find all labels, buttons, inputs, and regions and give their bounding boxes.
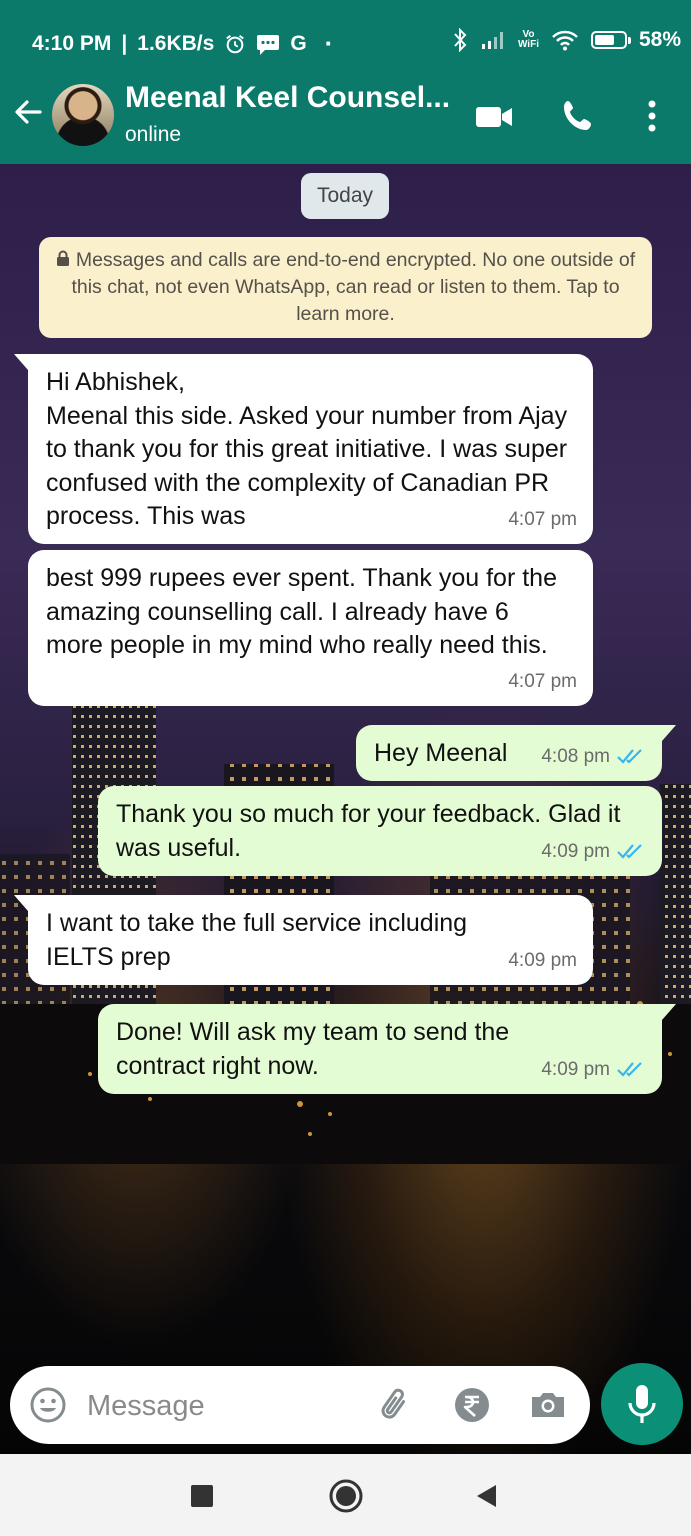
alarm-icon bbox=[226, 34, 245, 53]
read-receipt-ticks-icon bbox=[617, 749, 642, 764]
message-text: Hi Abhishek, Meenal this side. Asked you… bbox=[46, 368, 568, 530]
back-triangle-icon[interactable] bbox=[466, 1476, 506, 1516]
emoji-icon[interactable] bbox=[28, 1385, 68, 1425]
lock-icon bbox=[56, 250, 69, 266]
read-receipt-ticks-icon bbox=[617, 1062, 642, 1077]
encryption-text: Messages and calls are end-to-end encryp… bbox=[71, 249, 636, 325]
message-time: 4:09 pm bbox=[508, 944, 577, 978]
network-speed: 1.6KB/s bbox=[137, 31, 215, 55]
rupee-payment-icon[interactable] bbox=[452, 1385, 492, 1425]
message-bubble-incoming[interactable]: Hi Abhishek, Meenal this side. Asked you… bbox=[14, 354, 593, 544]
date-divider: Today bbox=[301, 173, 389, 219]
bluetooth-icon bbox=[454, 28, 467, 52]
chat-header-bar: 4:10 PM | 1.6KB/s G · Vo WiFi 58% Meenal… bbox=[0, 0, 691, 164]
chat-area[interactable]: Today Messages and calls are end-to-end … bbox=[0, 164, 691, 1454]
home-circle-icon[interactable] bbox=[326, 1476, 366, 1516]
message-text: Done! Will ask my team to send the contr… bbox=[116, 1018, 510, 1080]
message-bubble-outgoing[interactable]: Thank you so much for your feedback. Gla… bbox=[98, 786, 662, 876]
message-bubble-outgoing[interactable]: Done! Will ask my team to send the contr… bbox=[98, 1004, 676, 1094]
more-notifications-dot: · bbox=[324, 28, 334, 58]
signal-icon bbox=[481, 32, 503, 49]
system-navigation-bar bbox=[0, 1454, 691, 1536]
message-time-text: 4:08 pm bbox=[541, 745, 610, 767]
message-time-text: 4:09 pm bbox=[508, 949, 577, 971]
message-bubble-incoming[interactable]: I want to take the full service includin… bbox=[14, 895, 593, 985]
message-time-text: 4:07 pm bbox=[508, 670, 577, 692]
back-arrow-icon[interactable] bbox=[10, 94, 46, 130]
sms-notification-icon bbox=[257, 34, 280, 55]
message-time: 4:07 pm bbox=[508, 503, 577, 537]
message-time: 4:07 pm bbox=[508, 665, 577, 699]
message-bubble-outgoing[interactable]: Hey Meenal 4:08 pm bbox=[356, 725, 676, 781]
attach-icon[interactable] bbox=[376, 1385, 416, 1425]
more-vert-icon[interactable] bbox=[632, 96, 672, 136]
contact-status: online bbox=[125, 123, 182, 146]
recents-square-icon[interactable] bbox=[182, 1476, 222, 1516]
read-receipt-ticks-icon bbox=[617, 844, 642, 859]
voice-record-button[interactable] bbox=[601, 1363, 683, 1445]
vowifi-indicator: Vo WiFi bbox=[518, 30, 539, 50]
message-bubble-incoming[interactable]: best 999 rupees ever spent. Thank you fo… bbox=[28, 550, 593, 706]
status-bar-left: 4:10 PM | 1.6KB/s G · bbox=[32, 28, 333, 59]
google-notification-icon: G bbox=[290, 31, 307, 55]
message-time: 4:09 pm bbox=[541, 1053, 646, 1087]
message-time-text: 4:09 pm bbox=[541, 1058, 610, 1080]
message-time-text: 4:07 pm bbox=[508, 508, 577, 530]
contact-name[interactable]: Meenal Keel Counsel... bbox=[125, 81, 450, 115]
status-bar-right: Vo WiFi 58% bbox=[452, 28, 681, 52]
clock: 4:10 PM bbox=[32, 31, 112, 55]
mic-icon bbox=[628, 1385, 656, 1423]
message-time: 4:08 pm bbox=[541, 740, 646, 774]
message-composer bbox=[10, 1366, 590, 1444]
message-text: I want to take the full service includin… bbox=[46, 909, 468, 971]
status-divider: | bbox=[121, 31, 128, 55]
battery-icon bbox=[590, 31, 631, 49]
status-bar: 4:10 PM | 1.6KB/s G · Vo WiFi 58% bbox=[0, 0, 691, 80]
message-input[interactable] bbox=[85, 1384, 359, 1428]
wifi-icon bbox=[552, 30, 578, 51]
camera-icon[interactable] bbox=[528, 1385, 568, 1425]
message-time: 4:09 pm bbox=[541, 835, 646, 869]
video-call-icon[interactable] bbox=[474, 96, 514, 136]
vowifi-bottom: WiFi bbox=[517, 39, 539, 50]
contact-avatar[interactable] bbox=[50, 82, 116, 148]
message-text: best 999 rupees ever spent. Thank you fo… bbox=[46, 564, 557, 659]
phone-icon[interactable] bbox=[558, 96, 598, 136]
message-time-text: 4:09 pm bbox=[541, 840, 610, 862]
encryption-notice[interactable]: Messages and calls are end-to-end encryp… bbox=[39, 237, 652, 338]
battery-percent: 58% bbox=[638, 28, 681, 51]
